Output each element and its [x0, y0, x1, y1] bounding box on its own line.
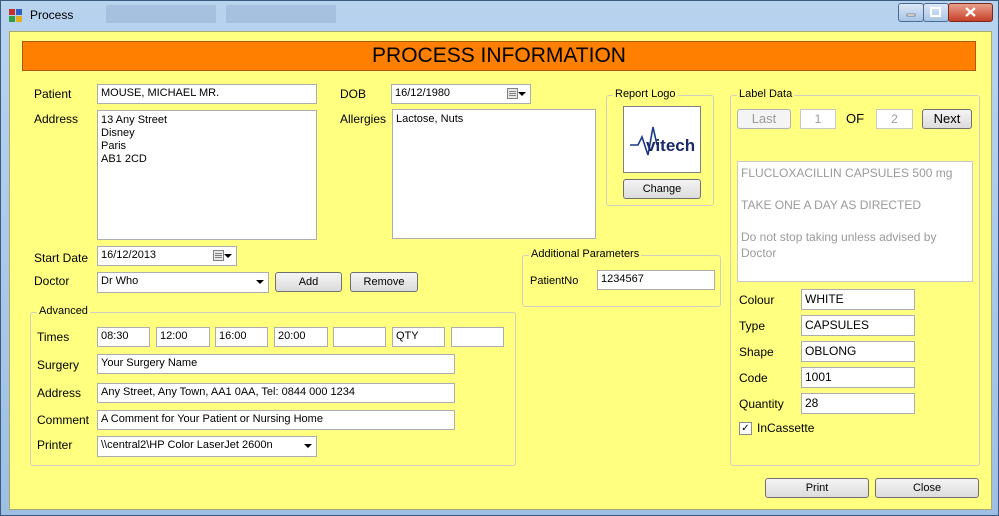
printer-select[interactable]: \\central2\HP Color LaserJet 2600n — [97, 436, 317, 457]
background-window-tab — [106, 5, 216, 23]
chevron-down-icon[interactable] — [224, 254, 232, 258]
time-field-5[interactable] — [333, 327, 386, 347]
surgery-address-label: Address — [37, 386, 82, 400]
surgery-field[interactable]: Your Surgery Name — [97, 354, 455, 374]
page-title: PROCESS INFORMATION — [22, 41, 976, 71]
surgery-address-field[interactable]: Any Street, Any Town, AA1 0AA, Tel: 0844… — [97, 383, 455, 403]
allergies-field[interactable]: Lactose, Nuts — [392, 109, 596, 239]
calendar-icon[interactable] — [507, 88, 518, 99]
window-title: Process — [30, 8, 74, 22]
incassette-checkbox[interactable]: ✓ — [739, 422, 752, 435]
comment-label: Comment — [37, 413, 90, 427]
app-icon — [9, 9, 23, 23]
close-icon — [965, 7, 976, 17]
total-labels-field[interactable]: 2 — [876, 109, 913, 129]
time-field-3[interactable]: 16:00 — [215, 327, 268, 347]
type-label: Type — [739, 319, 766, 333]
code-label: Code — [739, 371, 768, 385]
incassette-label: InCassette — [757, 421, 815, 435]
times-label: Times — [37, 330, 70, 344]
patientno-field[interactable]: 1234567 — [597, 270, 715, 290]
dob-label: DOB — [340, 87, 367, 101]
close-button[interactable]: Close — [875, 478, 979, 498]
checkmark-icon: ✓ — [741, 423, 750, 434]
doctor-select[interactable]: Dr Who — [97, 272, 269, 293]
additional-parameters-title: Additional Parameters — [529, 248, 642, 260]
print-button[interactable]: Print — [765, 478, 869, 498]
time-field-4[interactable]: 20:00 — [274, 327, 328, 347]
quantity-field[interactable]: 28 — [801, 393, 915, 414]
code-field[interactable]: 1001 — [801, 367, 915, 388]
change-logo-button[interactable]: Change — [623, 179, 701, 199]
start-date-picker[interactable]: 16/12/2013 — [97, 246, 237, 266]
label-data-title: Label Data — [737, 88, 795, 100]
allergies-label: Allergies — [340, 112, 387, 126]
time-field-7[interactable] — [451, 327, 504, 347]
label-text-field[interactable]: FLUCLOXACILLIN CAPSULES 500 mg TAKE ONE … — [737, 161, 973, 282]
start-date-label: Start Date — [34, 251, 89, 265]
title-bar[interactable]: Process — [1, 1, 998, 31]
add-doctor-button[interactable]: Add — [275, 272, 342, 292]
next-button[interactable]: Next — [922, 109, 972, 129]
vivitech-logo: vitech — [630, 126, 695, 156]
calendar-icon[interactable] — [213, 250, 224, 261]
report-logo-image: vitech — [623, 106, 701, 173]
dob-date-picker[interactable]: 16/12/1980 — [391, 84, 531, 104]
close-window-button[interactable] — [948, 3, 993, 22]
remove-doctor-button[interactable]: Remove — [350, 272, 418, 292]
comment-field[interactable]: A Comment for Your Patient or Nursing Ho… — [97, 410, 455, 430]
dob-value: 16/12/1980 — [395, 87, 451, 99]
shape-label: Shape — [739, 345, 774, 359]
of-label: OF — [846, 111, 865, 126]
last-button[interactable]: Last — [737, 109, 791, 129]
start-date-value: 16/12/2013 — [101, 249, 157, 261]
address-label: Address — [34, 112, 79, 126]
qty-field[interactable]: QTY — [392, 327, 445, 347]
patient-field[interactable]: MOUSE, MICHAEL MR. — [97, 84, 317, 104]
chevron-down-icon[interactable] — [518, 92, 526, 96]
logo-text: vitech — [646, 136, 695, 155]
current-label-field[interactable]: 1 — [800, 109, 836, 129]
quantity-label: Quantity — [739, 397, 784, 411]
report-logo-title: Report Logo — [613, 88, 678, 100]
type-field[interactable]: CAPSULES — [801, 315, 915, 336]
colour-field[interactable]: WHITE — [801, 289, 915, 310]
patient-label: Patient — [34, 87, 72, 101]
surgery-label: Surgery — [37, 358, 80, 372]
address-field[interactable]: 13 Any Street Disney Paris AB1 2CD — [97, 110, 317, 240]
time-field-1[interactable]: 08:30 — [97, 327, 150, 347]
printer-label: Printer — [37, 438, 73, 452]
chevron-down-icon — [304, 444, 312, 448]
minimize-button[interactable] — [898, 3, 924, 22]
process-window: Process PROCESS INFORMATION Patient MOUS… — [0, 0, 999, 516]
colour-label: Colour — [739, 293, 775, 307]
form-client-area: PROCESS INFORMATION Patient MOUSE, MICHA… — [9, 31, 992, 510]
background-window-tab — [226, 5, 336, 23]
time-field-2[interactable]: 12:00 — [156, 327, 210, 347]
minimize-icon — [906, 13, 916, 17]
doctor-value: Dr Who — [101, 275, 139, 287]
shape-field[interactable]: OBLONG — [801, 341, 915, 362]
patientno-label: PatientNo — [530, 275, 579, 287]
printer-value: \\central2\HP Color LaserJet 2600n — [101, 439, 273, 451]
advanced-title: Advanced — [37, 305, 90, 317]
doctor-label: Doctor — [34, 274, 70, 288]
chevron-down-icon — [256, 280, 264, 284]
maximize-button[interactable] — [923, 3, 949, 22]
maximize-icon — [930, 7, 941, 17]
